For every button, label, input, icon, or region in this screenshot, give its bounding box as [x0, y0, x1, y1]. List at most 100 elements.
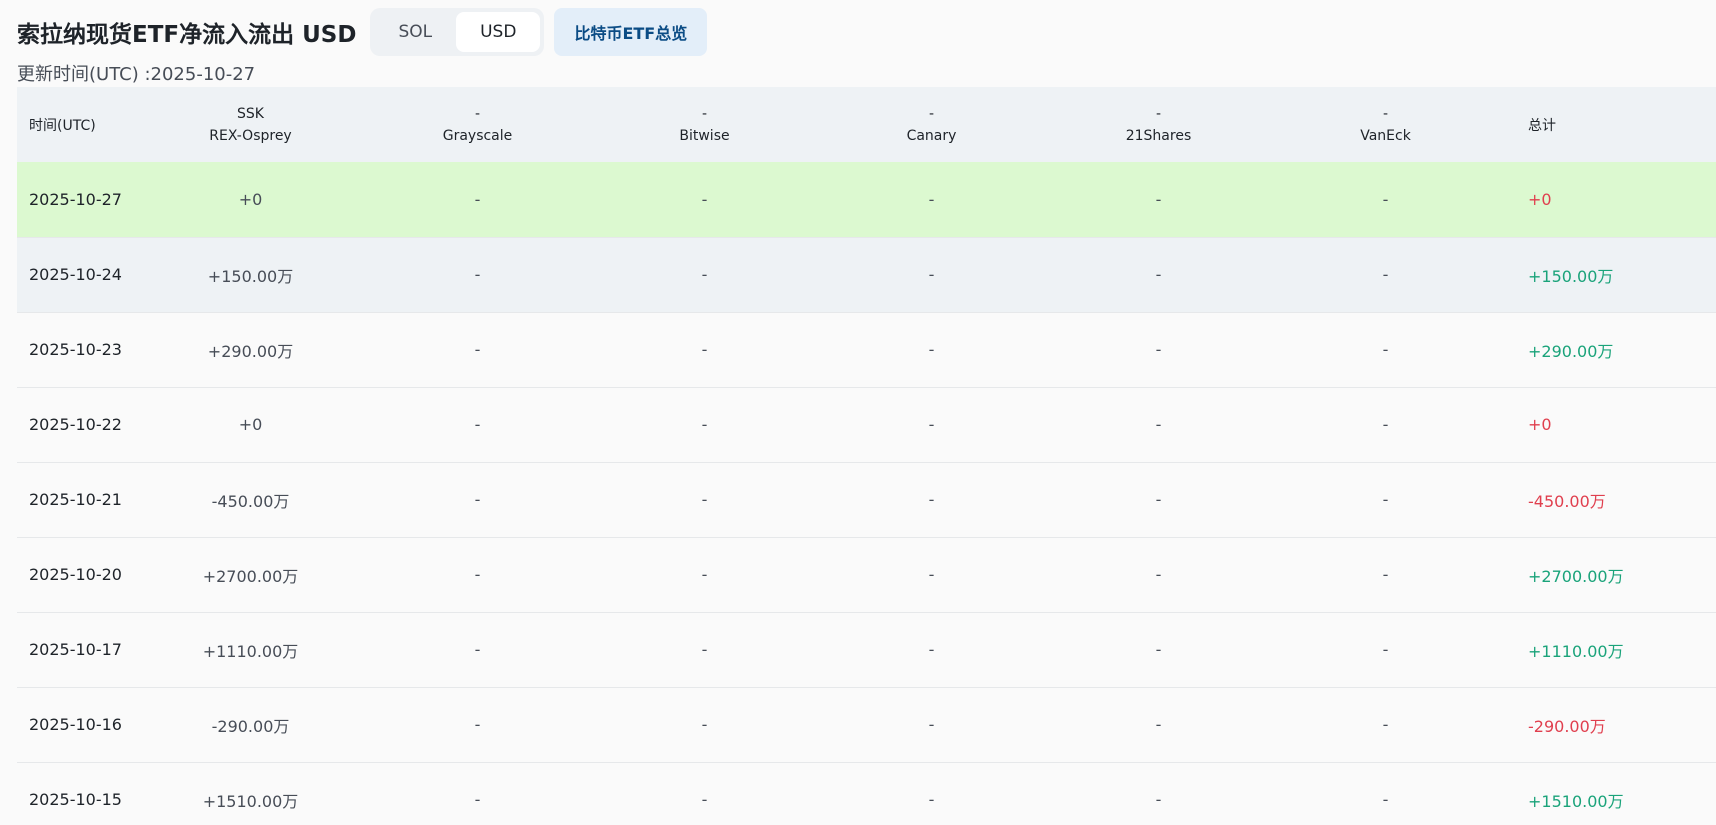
- cell-date: 2025-10-22: [29, 415, 122, 434]
- cell-21shares: -: [1155, 490, 1162, 509]
- toggle-usd-button[interactable]: USD: [456, 12, 541, 52]
- cell-21shares: -: [1155, 265, 1162, 284]
- cell-date: 2025-10-24: [29, 265, 122, 284]
- table-header-row: 时间(UTC) SSK REX-Osprey - Grayscale - Bit…: [17, 87, 1716, 162]
- col-issuer: REX-Osprey: [209, 127, 292, 144]
- cell-bitwise: -: [701, 189, 708, 209]
- cell-rex-osprey: +0: [238, 415, 263, 434]
- currency-toggle: SOL USD: [370, 8, 545, 56]
- col-header-vaneck: - VanEck: [1272, 87, 1499, 162]
- cell-vaneck: -: [1382, 790, 1389, 809]
- cell-21shares: -: [1155, 340, 1162, 359]
- cell-rex-osprey: +150.00万: [207, 266, 294, 286]
- col-issuer: Grayscale: [442, 127, 513, 144]
- cell-bitwise: -: [701, 265, 708, 284]
- cell-rex-osprey: -290.00万: [211, 716, 290, 736]
- cell-date: 2025-10-17: [29, 640, 122, 659]
- col-header-rex-osprey: SSK REX-Osprey: [137, 87, 364, 162]
- col-ticker: SSK: [237, 105, 264, 122]
- col-header-bitwise: - Bitwise: [591, 87, 818, 162]
- cell-rex-osprey: +290.00万: [207, 341, 294, 361]
- table-row: 2025-10-15 +1510.00万 - - - - - +1510.00万: [17, 762, 1716, 825]
- table-row: 2025-10-24 +150.00万 - - - - - +150.00万: [17, 237, 1716, 312]
- col-header-21shares: - 21Shares: [1045, 87, 1272, 162]
- cell-bitwise: -: [701, 490, 708, 509]
- table-row: 2025-10-17 +1110.00万 - - - - - +1110.00万: [17, 612, 1716, 687]
- col-ticker: -: [474, 105, 481, 122]
- cell-grayscale: -: [474, 790, 481, 809]
- cell-vaneck: -: [1382, 640, 1389, 659]
- cell-rex-osprey: +1510.00万: [202, 791, 299, 811]
- cell-total: +2700.00万: [1528, 566, 1624, 586]
- cell-total: +1110.00万: [1528, 641, 1624, 661]
- cell-bitwise: -: [701, 640, 708, 659]
- cell-21shares: -: [1155, 565, 1162, 584]
- cell-rex-osprey: -450.00万: [211, 491, 290, 511]
- cell-21shares: -: [1155, 640, 1162, 659]
- cell-total: +1510.00万: [1528, 791, 1624, 811]
- col-ticker: -: [1382, 105, 1389, 122]
- table-row: 2025-10-16 -290.00万 - - - - - -290.00万: [17, 687, 1716, 762]
- col-issuer: Canary: [906, 127, 957, 144]
- table-row: 2025-10-22 +0 - - - - - +0: [17, 387, 1716, 462]
- cell-canary: -: [928, 565, 935, 584]
- col-issuer: 21Shares: [1125, 127, 1192, 144]
- etf-flow-page: 索拉纳现货ETF净流入流出 USD SOL USD 比特币ETF总览 更新时间(…: [0, 0, 1716, 825]
- cell-grayscale: -: [474, 490, 481, 509]
- cell-canary: -: [928, 640, 935, 659]
- cell-canary: -: [928, 340, 935, 359]
- page-title: 索拉纳现货ETF净流入流出 USD: [17, 22, 357, 48]
- table-row: 2025-10-20 +2700.00万 - - - - - +2700.00万: [17, 537, 1716, 612]
- col-header-total-label: 总计: [1528, 117, 1556, 134]
- col-ticker: -: [701, 105, 708, 122]
- cell-total: +0: [1528, 415, 1552, 434]
- update-time-label: 更新时间(UTC) :2025-10-27: [17, 64, 256, 85]
- etf-flow-table: 时间(UTC) SSK REX-Osprey - Grayscale - Bit…: [17, 87, 1716, 825]
- header-bar: 索拉纳现货ETF净流入流出 USD SOL USD 比特币ETF总览: [17, 8, 708, 56]
- cell-21shares: -: [1155, 189, 1162, 209]
- cell-canary: -: [928, 265, 935, 284]
- cell-rex-osprey: +2700.00万: [202, 566, 299, 586]
- cell-total: -290.00万: [1528, 716, 1606, 736]
- cell-rex-osprey: +0: [238, 189, 263, 209]
- cell-date: 2025-10-23: [29, 340, 122, 359]
- cell-bitwise: -: [701, 565, 708, 584]
- cell-grayscale: -: [474, 565, 481, 584]
- table-row: 2025-10-27 +0 - - - - - +0: [17, 162, 1716, 237]
- cell-canary: -: [928, 715, 935, 734]
- cell-vaneck: -: [1382, 265, 1389, 284]
- cell-bitwise: -: [701, 790, 708, 809]
- cell-total: +150.00万: [1528, 266, 1614, 286]
- btc-etf-overview-button[interactable]: 比特币ETF总览: [554, 8, 708, 56]
- cell-bitwise: -: [701, 715, 708, 734]
- cell-date: 2025-10-27: [29, 189, 122, 209]
- cell-bitwise: -: [701, 415, 708, 434]
- col-header-grayscale: - Grayscale: [364, 87, 591, 162]
- cell-vaneck: -: [1382, 565, 1389, 584]
- cell-vaneck: -: [1382, 415, 1389, 434]
- cell-vaneck: -: [1382, 490, 1389, 509]
- cell-canary: -: [928, 790, 935, 809]
- cell-canary: -: [928, 490, 935, 509]
- cell-vaneck: -: [1382, 340, 1389, 359]
- col-ticker: -: [1155, 105, 1162, 122]
- cell-date: 2025-10-21: [29, 490, 122, 509]
- cell-21shares: -: [1155, 415, 1162, 434]
- col-issuer: Bitwise: [679, 127, 730, 144]
- cell-total: -450.00万: [1528, 491, 1606, 511]
- cell-21shares: -: [1155, 790, 1162, 809]
- cell-canary: -: [928, 415, 935, 434]
- cell-bitwise: -: [701, 340, 708, 359]
- cell-date: 2025-10-20: [29, 565, 122, 584]
- toggle-sol-button[interactable]: SOL: [374, 12, 456, 52]
- cell-grayscale: -: [474, 265, 481, 284]
- cell-grayscale: -: [474, 640, 481, 659]
- cell-date: 2025-10-16: [29, 715, 122, 734]
- cell-grayscale: -: [474, 189, 481, 209]
- col-ticker: -: [928, 105, 935, 122]
- col-issuer: VanEck: [1360, 127, 1411, 144]
- cell-canary: -: [928, 189, 935, 209]
- cell-date: 2025-10-15: [29, 790, 122, 809]
- cell-grayscale: -: [474, 340, 481, 359]
- cell-vaneck: -: [1382, 715, 1389, 734]
